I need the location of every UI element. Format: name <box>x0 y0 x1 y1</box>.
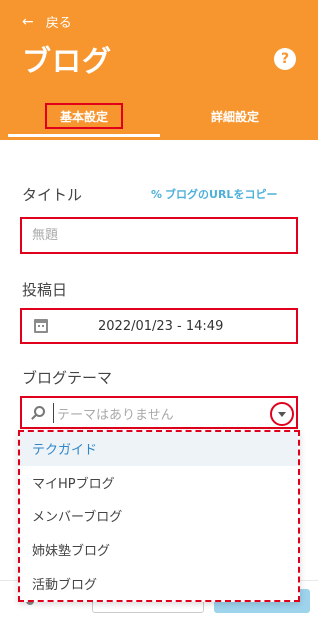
text-cursor <box>53 403 54 423</box>
theme-option[interactable]: テクガイド <box>20 432 298 466</box>
theme-option[interactable]: メンバーブログ <box>20 499 298 533</box>
left-arrow-icon: ← <box>22 13 34 30</box>
date-field[interactable]: 2022/01/23 - 14:49 <box>20 308 298 344</box>
link-icon: % <box>151 187 163 201</box>
copy-url-link[interactable]: % ブログのURLをコピー <box>151 186 277 202</box>
search-icon <box>34 406 45 417</box>
title-field[interactable] <box>20 217 298 254</box>
copy-url-label: ブログのURLをコピー <box>165 188 278 201</box>
theme-label: ブログテーマ <box>22 369 113 387</box>
theme-options-list: テクガイド マイHPブログ メンバーブログ 姉妹塾ブログ 活動ブログ <box>18 430 300 602</box>
theme-option[interactable]: 活動ブログ <box>20 566 298 600</box>
tab-detail-settings[interactable]: 詳細設定 <box>200 103 270 129</box>
back-label: 戻る <box>45 16 72 31</box>
theme-option[interactable]: マイHPブログ <box>20 466 298 500</box>
theme-option[interactable]: 姉妹塾ブログ <box>20 533 298 567</box>
chevron-down-icon[interactable] <box>270 402 294 426</box>
tab-basic-settings[interactable]: 基本設定 <box>45 103 123 129</box>
title-label: タイトル <box>22 186 83 204</box>
header: ← 戻る ブログ ? 基本設定 詳細設定 <box>0 0 318 140</box>
date-value: 2022/01/23 - 14:49 <box>98 319 224 334</box>
date-label: 投稿日 <box>22 281 68 299</box>
page-title: ブログ <box>22 44 113 78</box>
active-tab-indicator <box>8 134 160 137</box>
help-icon[interactable]: ? <box>274 48 296 70</box>
back-link[interactable]: ← 戻る <box>22 12 72 32</box>
title-input[interactable] <box>32 228 272 243</box>
theme-search-input[interactable]: テーマはありません <box>57 404 174 423</box>
calendar-icon <box>34 319 48 333</box>
theme-select[interactable]: テーマはありません <box>20 396 298 429</box>
